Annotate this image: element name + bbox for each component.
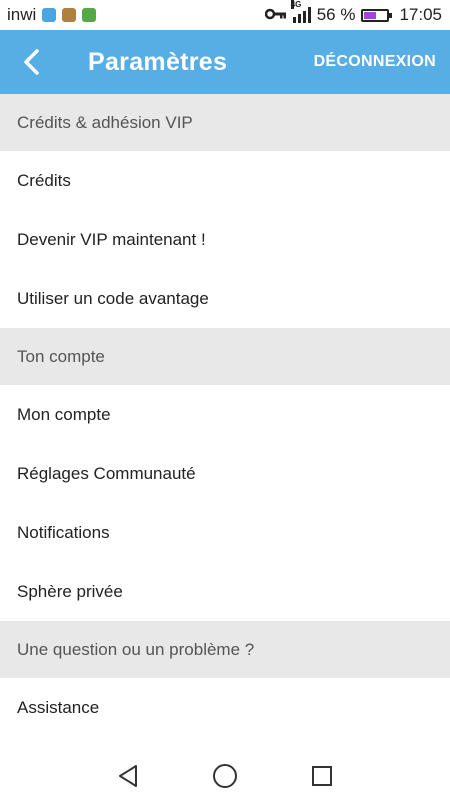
- home-circle-icon: [212, 764, 237, 788]
- messenger-icon: [42, 8, 57, 22]
- page-title: Paramètres: [88, 47, 228, 76]
- network-type: 4G: [290, 0, 302, 9]
- back-triangle-icon: [119, 765, 138, 787]
- list-item-my-account[interactable]: Mon compte: [0, 385, 450, 444]
- list-item-become-vip[interactable]: Devenir VIP maintenant !: [0, 210, 450, 269]
- nav-back-button[interactable]: [108, 756, 148, 796]
- section-header-credits: Crédits & adhésion VIP: [0, 94, 450, 151]
- app-bar: Paramètres DÉCONNEXION: [0, 30, 450, 94]
- battery-icon: [361, 8, 393, 22]
- key-icon: [264, 5, 287, 25]
- logout-button[interactable]: DÉCONNEXION: [314, 53, 436, 71]
- app-icon: [62, 8, 77, 22]
- nav-home-button[interactable]: [205, 756, 245, 796]
- recents-square-icon: [311, 766, 332, 786]
- clock: 17:05: [399, 5, 442, 24]
- carrier-name: inwi: [7, 5, 37, 24]
- list-item-notifications[interactable]: Notifications: [0, 503, 450, 562]
- status-bar: inwi 4G 56 % 17:05: [0, 0, 450, 30]
- list-item-assistance[interactable]: Assistance: [0, 678, 450, 737]
- settings-list: Crédits & adhésion VIP Crédits Devenir V…: [0, 94, 450, 737]
- section-header-help: Une question ou un problème ?: [0, 621, 450, 678]
- list-item-private-sphere[interactable]: Sphère privée: [0, 562, 450, 621]
- battery-percent: 56 %: [316, 5, 356, 24]
- nav-recents-button[interactable]: [302, 756, 342, 796]
- system-nav-bar: [0, 752, 450, 800]
- signal-icon: 4G: [290, 0, 311, 23]
- app-icon: [82, 8, 97, 22]
- list-item-community-settings[interactable]: Réglages Communauté: [0, 444, 450, 503]
- chevron-left-icon: [24, 49, 39, 75]
- list-item-credits[interactable]: Crédits: [0, 151, 450, 210]
- section-header-account: Ton compte: [0, 328, 450, 385]
- list-item-promo-code[interactable]: Utiliser un code avantage: [0, 269, 450, 328]
- back-button[interactable]: [6, 30, 58, 94]
